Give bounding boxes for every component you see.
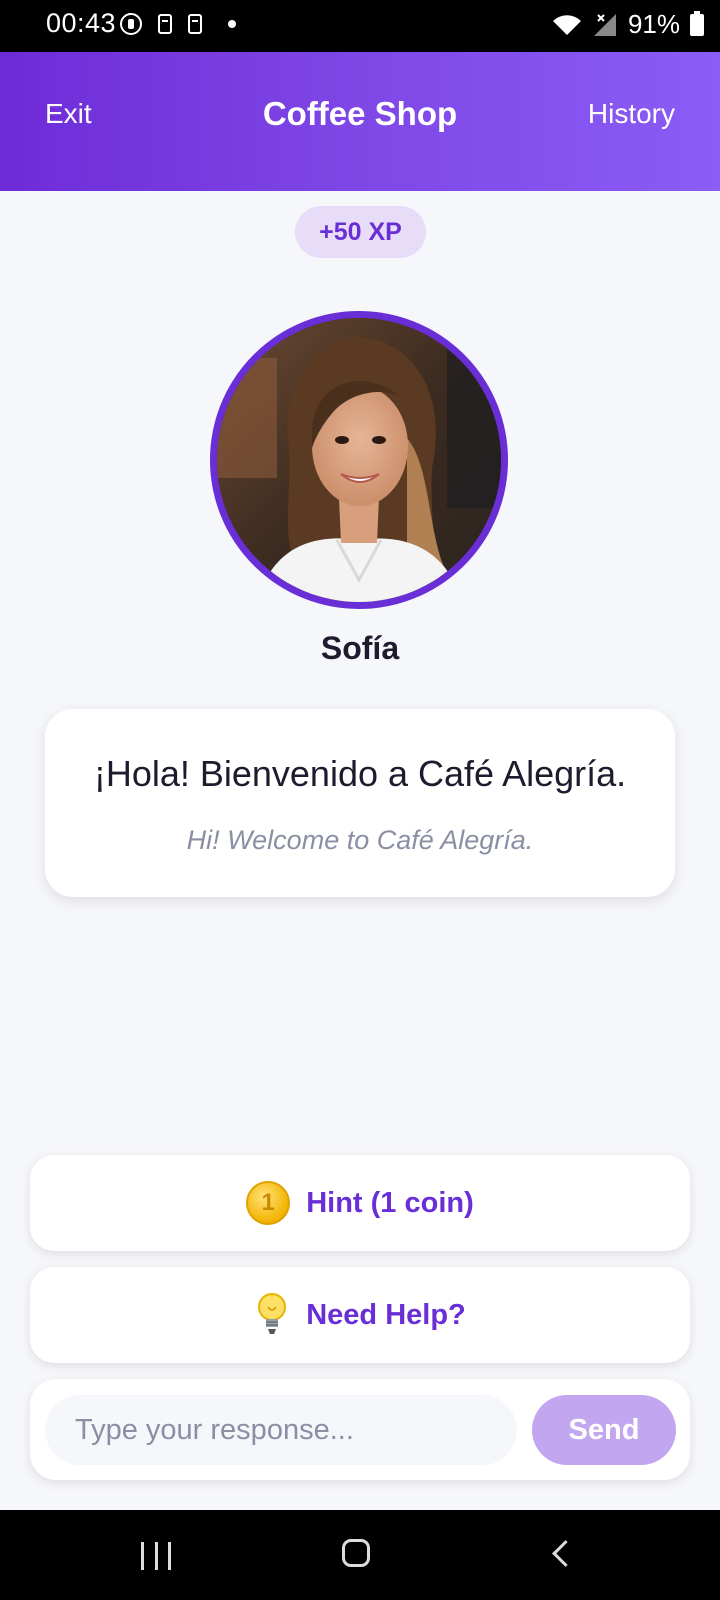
status-bar: 00:43 91% <box>0 0 720 52</box>
message-card: ¡Hola! Bienvenido a Café Alegría. Hi! We… <box>45 709 675 897</box>
response-composer: Send <box>30 1379 690 1480</box>
status-right: 91% <box>552 9 704 40</box>
message-spanish-text: ¡Hola! Bienvenido a Café Alegría. <box>93 753 627 794</box>
need-help-button-label: Need Help? <box>306 1298 466 1331</box>
coin-icon: 1 <box>246 1181 291 1225</box>
character-avatar <box>210 311 508 609</box>
hint-button-label: Hint (1 coin) <box>306 1186 474 1219</box>
send-button[interactable]: Send <box>532 1395 676 1465</box>
signal-icon <box>593 13 616 36</box>
sim-card-icon <box>188 14 202 34</box>
system-navigation-bar <box>0 1510 720 1600</box>
app-header: Exit Coffee Shop History <box>0 52 720 191</box>
xp-badge: +50 XP <box>295 206 426 258</box>
avatar-image <box>217 318 501 602</box>
hint-button[interactable]: 1 Hint (1 coin) <box>30 1155 690 1251</box>
home-icon[interactable] <box>342 1539 370 1567</box>
response-input[interactable] <box>45 1395 517 1465</box>
more-notifications-icon <box>228 20 236 28</box>
character-name: Sofía <box>320 630 400 666</box>
battery-icon <box>690 10 704 36</box>
sim-card-icon <box>158 14 172 34</box>
message-translation-text: Hi! Welcome to Café Alegría. <box>186 825 534 855</box>
wifi-icon <box>552 14 581 35</box>
history-button[interactable]: History <box>588 98 675 130</box>
status-time: 00:43 <box>46 8 117 38</box>
back-icon[interactable] <box>550 1540 568 1558</box>
lightbulb-icon <box>258 1293 287 1334</box>
data-saver-icon <box>120 13 142 35</box>
recent-apps-icon[interactable] <box>141 1542 171 1570</box>
battery-percent: 91% <box>627 9 680 39</box>
notification-icons <box>120 13 236 35</box>
need-help-button[interactable]: Need Help? <box>30 1267 690 1363</box>
